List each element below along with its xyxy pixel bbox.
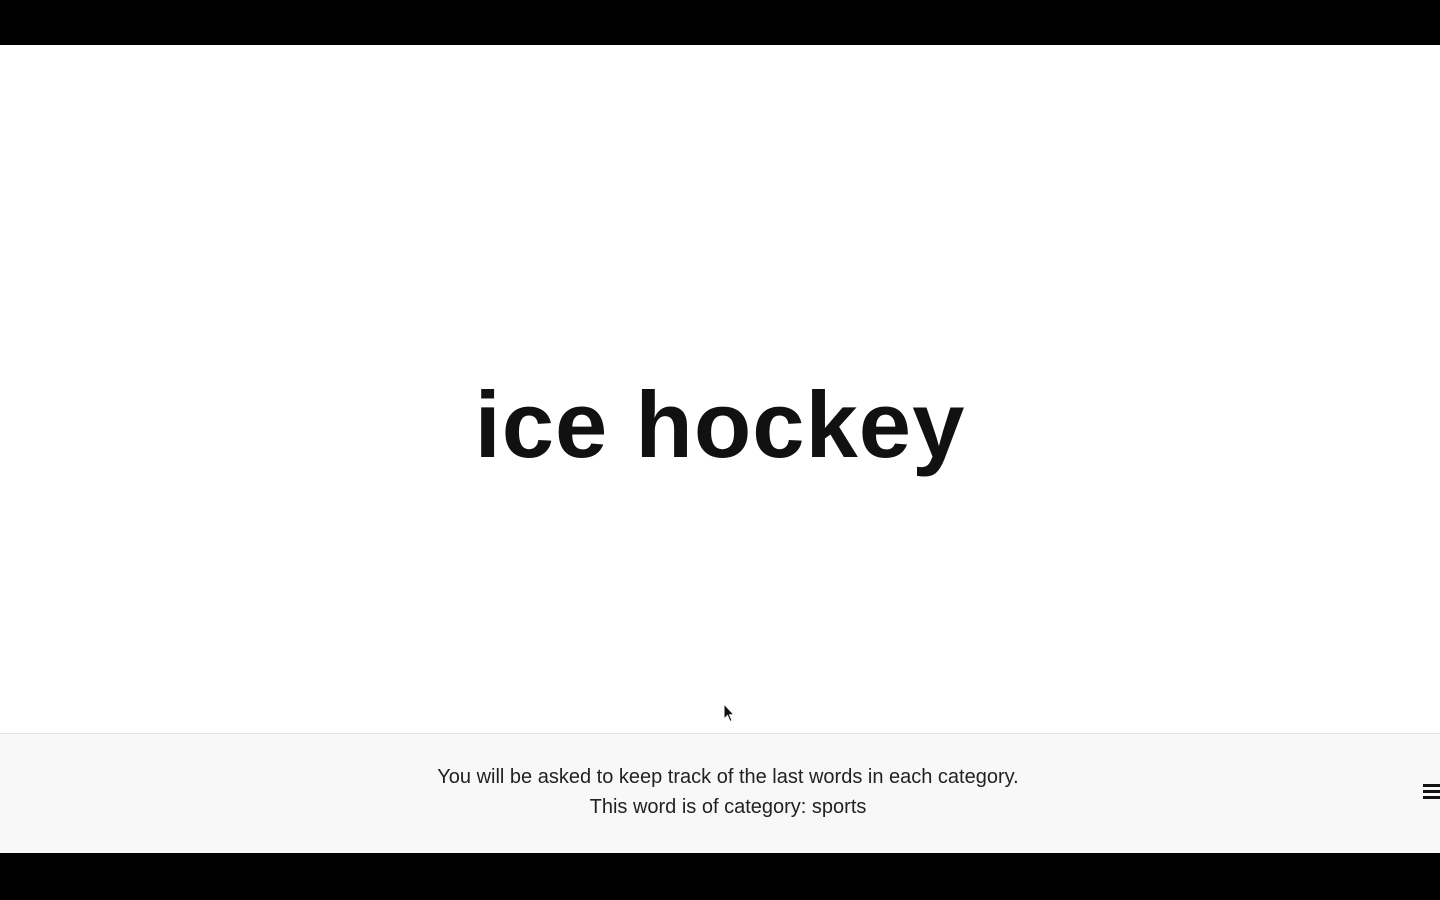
- letterbox-bottom: [0, 853, 1440, 900]
- instructions-footer: You will be asked to keep track of the l…: [0, 733, 1440, 853]
- stimulus-area: ice hockey: [0, 45, 1440, 733]
- instruction-line: You will be asked to keep track of the l…: [437, 766, 1019, 788]
- menu-bar: [1423, 784, 1440, 787]
- category-line: This word is of category: sports: [589, 796, 867, 818]
- stimulus-word: ice hockey: [474, 372, 966, 477]
- menu-bar: [1423, 796, 1440, 799]
- letterbox-top: [0, 0, 1440, 45]
- hamburger-menu-icon[interactable]: [1420, 784, 1440, 806]
- mouse-pointer-icon: [723, 703, 735, 723]
- instructions-text: You will be asked to keep track of the l…: [0, 762, 1440, 822]
- menu-bar: [1423, 790, 1440, 793]
